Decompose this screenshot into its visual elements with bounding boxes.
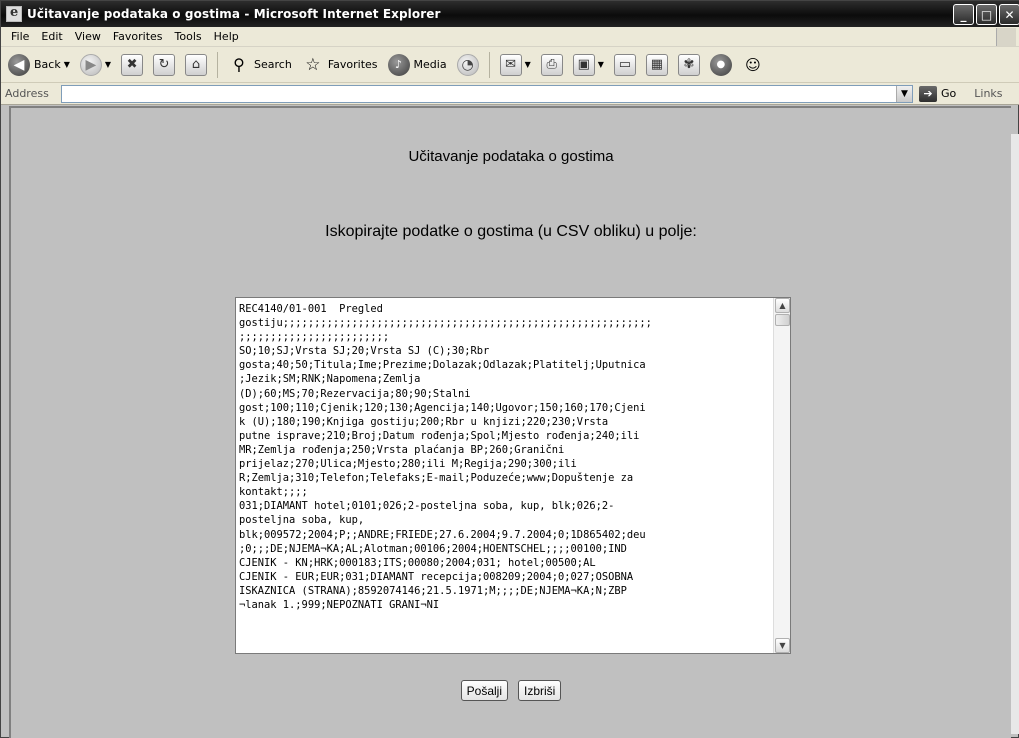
maximize-icon: □ bbox=[980, 7, 993, 22]
minimize-button[interactable]: _ bbox=[953, 4, 974, 25]
instruction-text: Iskopirajte podatke o gostima (u CSV obl… bbox=[325, 223, 697, 240]
mail-dropdown-icon[interactable]: ▼ bbox=[525, 60, 531, 69]
back-button[interactable]: ◀ Back ▼ bbox=[5, 51, 73, 79]
history-button[interactable]: ◔ bbox=[454, 51, 482, 79]
address-input[interactable]: ▼ bbox=[61, 84, 913, 103]
favorites-star-icon: ☆ bbox=[305, 54, 321, 75]
menu-bar: File Edit View Favorites Tools Help bbox=[1, 27, 1019, 47]
print-button[interactable]: ⎙ bbox=[538, 51, 566, 79]
back-label: Back bbox=[34, 58, 61, 71]
reset-button[interactable]: Izbriši bbox=[518, 680, 562, 701]
address-dropdown-icon[interactable]: ▼ bbox=[896, 85, 912, 102]
print-icon: ⎙ bbox=[540, 53, 563, 76]
discuss-icon: ▭ bbox=[613, 53, 636, 76]
research-button[interactable]: ▦ bbox=[643, 51, 671, 79]
contacts-button[interactable]: ☺ bbox=[739, 51, 767, 79]
refresh-button[interactable]: ↻ bbox=[150, 51, 178, 79]
menu-file[interactable]: File bbox=[5, 30, 35, 43]
edit-dropdown-icon[interactable]: ▼ bbox=[598, 60, 604, 69]
menu-view[interactable]: View bbox=[69, 30, 107, 43]
ie-app-icon[interactable] bbox=[6, 5, 22, 22]
go-button[interactable]: ➔ Go bbox=[919, 85, 957, 102]
flower-icon: ✾ bbox=[677, 53, 700, 76]
media-icon: ♪ bbox=[387, 53, 410, 76]
stop-button[interactable]: ✖ bbox=[118, 51, 146, 79]
mail-button[interactable]: ✉ ▼ bbox=[497, 51, 534, 79]
page-title: Učitavanje podataka o gostima bbox=[408, 148, 614, 165]
mail-icon: ✉ bbox=[499, 53, 522, 76]
go-label: Go bbox=[941, 87, 957, 100]
menu-edit[interactable]: Edit bbox=[35, 30, 68, 43]
textarea-scrollbar[interactable]: ▲ ▼ bbox=[773, 298, 790, 653]
window-controls: _ □ ✕ bbox=[953, 4, 1019, 25]
stop-icon: ✖ bbox=[121, 53, 144, 76]
csv-textarea[interactable]: REC4140/01-001 Pregled gostiju;;;;;;;;;;… bbox=[236, 298, 771, 653]
search-icon: ⚲ bbox=[233, 55, 245, 74]
discuss-button[interactable]: ▭ bbox=[611, 51, 639, 79]
window-title: Učitavanje podataka o gostima - Microsof… bbox=[27, 7, 441, 21]
page-content: Učitavanje podataka o gostima Iskopirajt… bbox=[9, 106, 1019, 738]
search-button[interactable]: ⚲ Search bbox=[225, 51, 295, 79]
scroll-down-icon[interactable]: ▼ bbox=[775, 638, 790, 653]
windows-logo-icon bbox=[996, 28, 1016, 46]
forward-arrow-icon: ▶ bbox=[79, 53, 102, 76]
favorites-label: Favorites bbox=[327, 58, 378, 71]
chat-bubble-icon: ● bbox=[709, 53, 732, 76]
forward-button[interactable]: ▶ ▼ bbox=[77, 51, 114, 79]
back-dropdown-icon[interactable]: ▼ bbox=[64, 60, 70, 69]
translate-button[interactable]: ✾ bbox=[675, 51, 703, 79]
title-bar[interactable]: Učitavanje podataka o gostima - Microsof… bbox=[1, 1, 1019, 27]
minimize-icon: _ bbox=[960, 7, 967, 22]
favorites-button[interactable]: ☆ Favorites bbox=[299, 51, 381, 79]
maximize-button[interactable]: □ bbox=[976, 4, 997, 25]
refresh-icon: ↻ bbox=[153, 53, 176, 76]
links-button[interactable]: Links bbox=[974, 87, 1002, 100]
page-scrollbar[interactable] bbox=[1011, 134, 1019, 734]
toolbar-separator bbox=[217, 51, 219, 78]
home-button[interactable]: ⌂ bbox=[182, 51, 210, 79]
browser-window: Učitavanje podataka o gostima - Microsof… bbox=[0, 0, 1019, 738]
forward-dropdown-icon[interactable]: ▼ bbox=[105, 60, 111, 69]
address-bar: Address ▼ ➔ Go Links bbox=[1, 83, 1019, 105]
toolbar-separator bbox=[488, 51, 490, 78]
home-icon: ⌂ bbox=[185, 53, 208, 76]
back-arrow-icon: ◀ bbox=[8, 53, 30, 76]
menu-favorites[interactable]: Favorites bbox=[107, 30, 169, 43]
history-icon: ◔ bbox=[456, 53, 479, 76]
menu-help[interactable]: Help bbox=[208, 30, 245, 43]
scroll-thumb[interactable] bbox=[775, 314, 790, 326]
address-label: Address bbox=[5, 87, 49, 100]
media-label: Media bbox=[413, 58, 447, 71]
submit-button[interactable]: Pošalji bbox=[460, 680, 508, 701]
messenger-button[interactable]: ● bbox=[707, 51, 735, 79]
menu-tools[interactable]: Tools bbox=[169, 30, 208, 43]
people-icon: ☺ bbox=[745, 55, 761, 74]
go-arrow-icon: ➔ bbox=[919, 85, 937, 102]
edit-page-icon: ▣ bbox=[572, 53, 595, 76]
form-buttons: Pošalji Izbriši bbox=[11, 680, 1011, 701]
scroll-up-icon[interactable]: ▲ bbox=[775, 298, 790, 313]
close-icon: ✕ bbox=[1004, 7, 1015, 22]
csv-textarea-frame: REC4140/01-001 Pregled gostiju;;;;;;;;;;… bbox=[235, 297, 791, 654]
standard-toolbar: ◀ Back ▼ ▶ ▼ ✖ ↻ ⌂ ⚲ Search ☆ Favorites … bbox=[1, 47, 1019, 83]
media-button[interactable]: ♪ Media bbox=[385, 51, 450, 79]
research-icon: ▦ bbox=[645, 53, 668, 76]
edit-button[interactable]: ▣ ▼ bbox=[570, 51, 607, 79]
close-button[interactable]: ✕ bbox=[999, 4, 1019, 25]
search-label: Search bbox=[254, 58, 292, 71]
